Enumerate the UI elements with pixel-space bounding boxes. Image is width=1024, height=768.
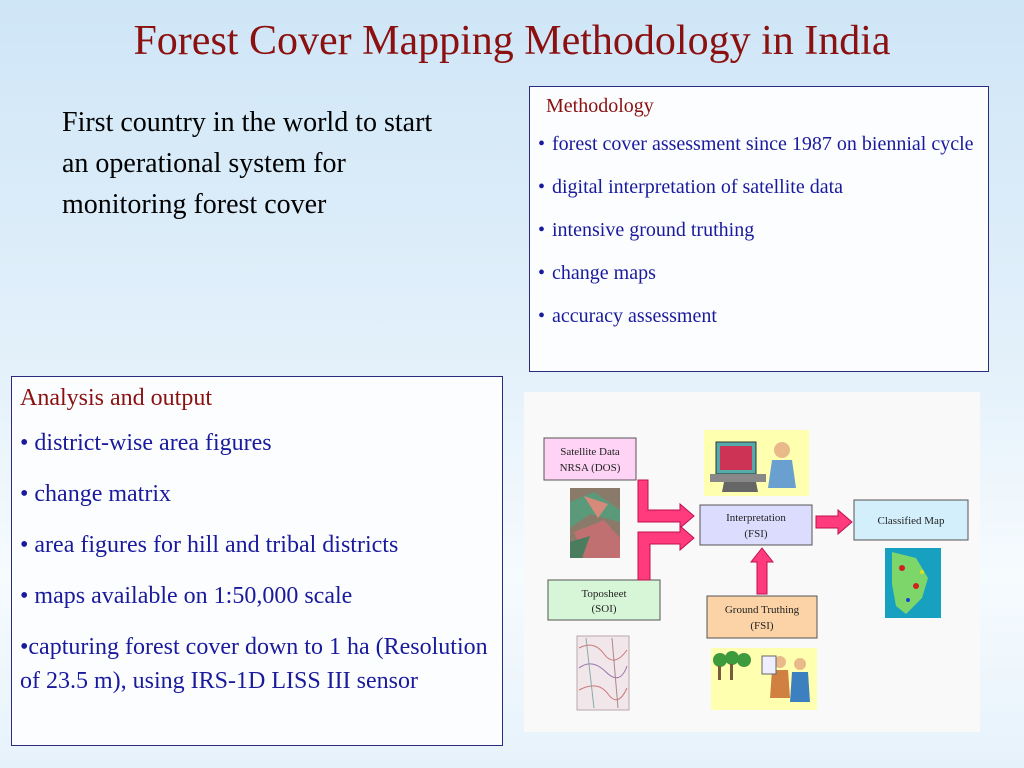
methodology-list: • forest cover assessment since 1987 on b… [538,130,980,330]
satellite-image-icon [570,488,620,558]
classified-node-line1: Classified Map [878,515,945,527]
methodology-box: Methodology • forest cover assessment sin… [529,86,989,372]
analysis-box: Analysis and output • district-wise area… [11,376,503,746]
analysis-item: • change matrix [20,481,172,507]
analysis-item: •capturing forest cover down to 1 ha (Re… [20,634,488,694]
toposheet-node-line2: (SOI) [591,603,616,615]
arrow-satellite-to-interpretation [637,479,695,530]
field-survey-icon [711,648,817,710]
classified-map-icon [885,548,941,618]
methodology-item-text: intensive ground truthing [552,219,755,241]
list-item: • digital interpretation of satellite dat… [538,173,980,201]
ground-node-line1: Ground Truthing [725,604,800,616]
interpretation-node-line2: (FSI) [744,528,768,540]
satellite-data-node: Satellite Data NRSA (DOS) [543,437,637,481]
toposheet-node: Toposheet (SOI) [547,579,661,621]
list-item: • forest cover assessment since 1987 on b… [538,130,980,158]
arrow-toposheet-to-interpretation [637,524,695,581]
arrow-ground-to-interpretation [749,547,775,595]
arrow-interpretation-to-classified [815,508,853,536]
methodology-item-text: forest cover assessment since 1987 on bi… [552,133,974,155]
methodology-item-text: digital interpretation of satellite data [552,176,844,198]
interpretation-node-line1: Interpretation [726,512,786,524]
list-item: • intensive ground truthing [538,216,980,244]
list-item: • accuracy assessment [538,302,980,330]
methodology-heading: Methodology [546,95,654,117]
methodology-item-text: change maps [552,262,656,284]
ground-truthing-node: Ground Truthing (FSI) [706,595,818,639]
flowchart-diagram: Satellite Data NRSA (DOS) Toposheet (SOI… [543,430,969,711]
satellite-node-line2: NRSA (DOS) [560,462,621,474]
toposheet-map-icon [576,635,630,711]
analysis-heading: Analysis and output [20,385,212,411]
toposheet-node-line1: Toposheet [581,588,626,600]
analysis-list: • district-wise area figures • change ma… [20,426,494,698]
computer-operator-icon [704,430,809,496]
methodology-item-text: accuracy assessment [552,305,717,327]
analysis-item: • district-wise area figures [20,430,272,456]
intro-text: First country in the world to start an o… [62,107,433,220]
ground-node-line2: (FSI) [750,620,774,632]
list-item: • change maps [538,259,980,287]
interpretation-node: Interpretation (FSI) [699,504,813,546]
classified-map-node: Classified Map [853,499,969,541]
satellite-node-line1: Satellite Data [560,446,620,458]
slide-title: Forest Cover Mapping Methodology in Indi… [133,18,891,64]
analysis-item: • area figures for hill and tribal distr… [20,532,399,558]
analysis-item: • maps available on 1:50,000 scale [20,583,353,609]
flowchart-panel: Satellite Data NRSA (DOS) Toposheet (SOI… [524,392,980,732]
